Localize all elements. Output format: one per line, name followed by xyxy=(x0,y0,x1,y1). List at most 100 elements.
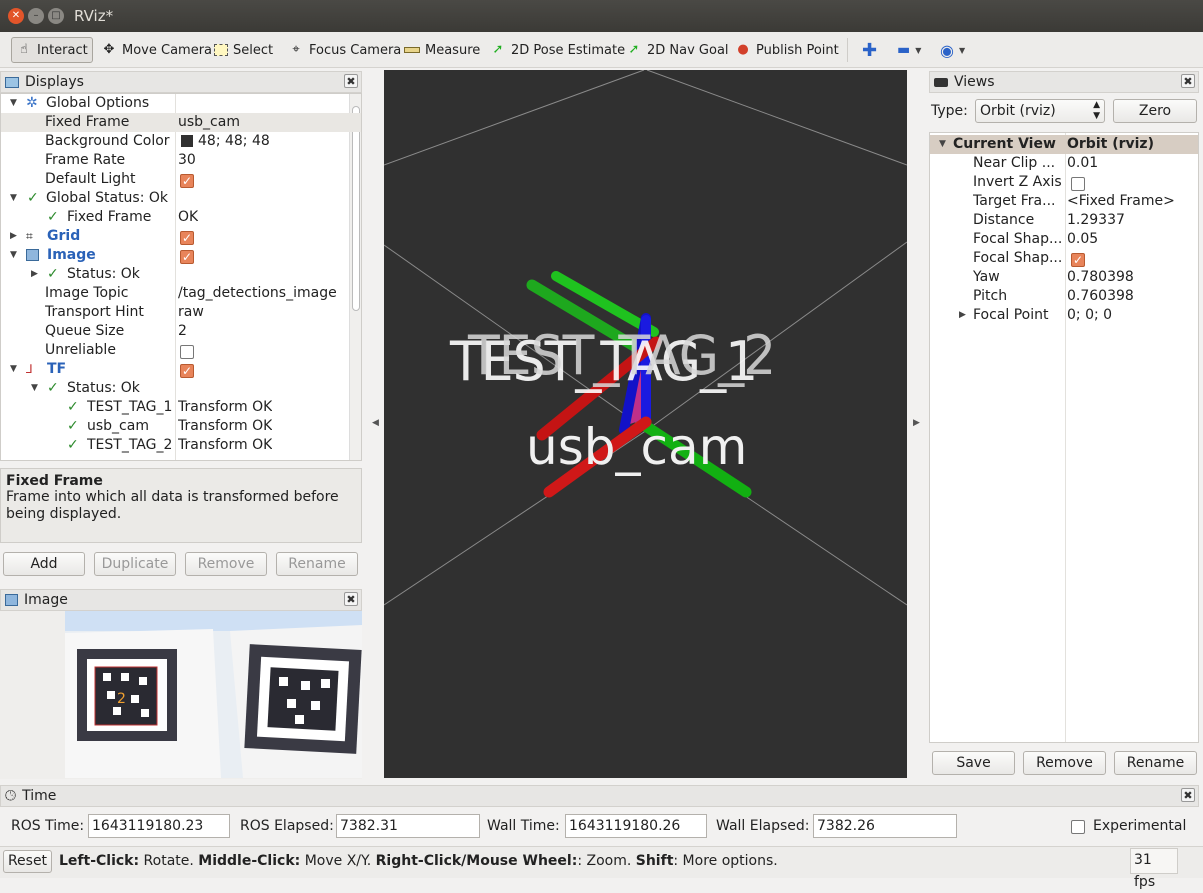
tree-row-queue-size[interactable]: Queue Size 2 xyxy=(1,322,361,341)
image-panel-header: Image ✖ xyxy=(0,589,362,611)
tf-checkbox[interactable] xyxy=(180,362,194,381)
expand-arrow-icon[interactable]: ▼ xyxy=(10,246,17,265)
tree-row-image-topic[interactable]: Image Topic /tag_detections_image xyxy=(1,284,361,303)
view-row-target-frame[interactable]: Target Fra... <Fixed Frame> xyxy=(930,192,1198,211)
tree-row-tf[interactable]: ▼ ⅃ TF xyxy=(1,360,361,381)
monitor-icon xyxy=(5,76,19,88)
expand-arrow-icon[interactable]: ▼ xyxy=(10,360,17,379)
close-window-icon[interactable]: ✕ xyxy=(8,8,24,24)
pose-estimate-tool[interactable]: ➚ 2D Pose Estimate xyxy=(486,37,629,63)
map-pin-icon: ● xyxy=(737,42,749,57)
expand-arrow-icon[interactable]: ▼ xyxy=(10,94,17,113)
tree-row-unreliable[interactable]: Unreliable xyxy=(1,341,361,360)
current-view-row[interactable]: ▼ Current View Orbit (rviz) xyxy=(930,135,1198,154)
unreliable-checkbox[interactable] xyxy=(180,345,194,359)
hand-pointer-icon: ☝ xyxy=(20,42,28,57)
spin-arrows-icon: ▲ ▼ xyxy=(1093,100,1100,121)
tree-row-test-tag-1[interactable]: ✓ TEST_TAG_1 Transform OK xyxy=(1,398,361,417)
tree-row-background-color[interactable]: Background Color 48; 48; 48 xyxy=(1,132,361,151)
move-camera-tool[interactable]: ✥ Move Camera xyxy=(97,37,216,63)
ros-elapsed-field[interactable]: 7382.31 xyxy=(336,814,480,838)
collapse-right-arrow-icon[interactable]: ▶ xyxy=(913,418,920,428)
close-icon[interactable]: ✖ xyxy=(1181,74,1195,88)
measure-tool[interactable]: Measure xyxy=(400,37,484,63)
close-icon[interactable]: ✖ xyxy=(1181,788,1195,802)
ruler-icon xyxy=(404,47,420,53)
invert-z-checkbox[interactable] xyxy=(1071,177,1085,191)
view-row-focal-point[interactable]: ▶ Focal Point 0; 0; 0 xyxy=(930,306,1198,325)
nav-goal-tool[interactable]: ➚ 2D Nav Goal xyxy=(622,37,733,63)
focal-shape-fixed-checkbox[interactable] xyxy=(1071,251,1085,270)
publish-point-tool[interactable]: ● Publish Point xyxy=(731,37,843,63)
remove-view-button[interactable]: Remove xyxy=(1023,751,1106,775)
description-title: Fixed Frame xyxy=(6,473,103,489)
tree-row-frame-rate[interactable]: Frame Rate 30 xyxy=(1,151,361,170)
wall-time-field[interactable]: 1643119180.26 xyxy=(565,814,707,838)
tree-row-test-tag-2[interactable]: ✓ TEST_TAG_2 Transform OK xyxy=(1,436,361,455)
toolbar-divider xyxy=(847,38,848,62)
ros-time-field[interactable]: 1643119180.23 xyxy=(88,814,230,838)
close-icon[interactable]: ✖ xyxy=(344,74,358,88)
minimize-window-icon[interactable]: – xyxy=(28,8,44,24)
view-row-distance[interactable]: Distance 1.29337 xyxy=(930,211,1198,230)
tree-row-global-status[interactable]: ▼ ✓ Global Status: Ok xyxy=(1,189,361,208)
image-checkbox[interactable] xyxy=(180,248,194,267)
reset-button[interactable]: Reset xyxy=(3,850,52,873)
tree-row-image[interactable]: ▼ Image xyxy=(1,246,361,267)
collapse-left-arrow-icon[interactable]: ◀ xyxy=(372,418,379,428)
expand-arrow-icon[interactable]: ▼ xyxy=(10,189,17,208)
eye-icon[interactable]: ◉ ▼ xyxy=(936,37,969,63)
remove-display-button[interactable]: Remove xyxy=(185,552,267,576)
gear-icon: ✲ xyxy=(26,95,38,111)
tree-row-tf-status[interactable]: ▼ ✓ Status: Ok xyxy=(1,379,361,398)
duplicate-display-button[interactable]: Duplicate xyxy=(94,552,176,576)
checkmark-icon: ✓ xyxy=(47,209,59,225)
view-row-focal-shape-size[interactable]: Focal Shap... 0.05 xyxy=(930,230,1198,249)
ros-time-label: ROS Time: xyxy=(11,818,85,834)
expand-arrow-icon[interactable]: ▼ xyxy=(939,135,946,154)
color-swatch[interactable] xyxy=(181,135,193,147)
interact-tool[interactable]: ☝ Interact xyxy=(11,37,93,63)
grid-checkbox[interactable] xyxy=(180,229,194,248)
rename-display-button[interactable]: Rename xyxy=(276,552,358,576)
tree-row-grid[interactable]: ▶ ⌗ Grid xyxy=(1,227,361,248)
checkmark-icon: ✓ xyxy=(27,190,39,206)
close-icon[interactable]: ✖ xyxy=(344,592,358,606)
add-display-button[interactable]: Add xyxy=(3,552,85,576)
grid-icon: ⌗ xyxy=(26,229,33,243)
tree-row-global-options[interactable]: ▼ ✲ Global Options xyxy=(1,94,361,113)
tree-row-fixed-frame[interactable]: Fixed Frame usb_cam xyxy=(1,113,361,132)
view-row-focal-shape-fixed[interactable]: Focal Shap... xyxy=(930,249,1198,270)
tree-row-transport-hint[interactable]: Transport Hint raw xyxy=(1,303,361,322)
grid-line xyxy=(384,70,645,166)
wall-time-label: Wall Time: xyxy=(487,818,560,834)
rename-view-button[interactable]: Rename xyxy=(1114,751,1197,775)
view-row-near-clip[interactable]: Near Clip ... 0.01 xyxy=(930,154,1198,173)
view-type-label: Type: xyxy=(931,103,968,119)
maximize-window-icon[interactable]: □ xyxy=(48,8,64,24)
tf-label-tag2: TEST_TAG_2 xyxy=(468,324,776,388)
view-type-select[interactable]: Orbit (rviz) ▲ ▼ xyxy=(975,99,1105,123)
view-row-pitch[interactable]: Pitch 0.760398 xyxy=(930,287,1198,306)
add-tool-icon[interactable]: ✚ xyxy=(858,37,881,63)
title-bar: ✕ – □ RViz* xyxy=(0,0,1203,32)
select-tool[interactable]: Select xyxy=(210,37,277,63)
tree-row-fixed-frame-status[interactable]: ✓ Fixed Frame OK xyxy=(1,208,361,227)
default-light-checkbox[interactable] xyxy=(180,172,194,191)
view-row-yaw[interactable]: Yaw 0.780398 xyxy=(930,268,1198,287)
experimental-checkbox[interactable] xyxy=(1071,820,1085,834)
view-row-invert-z[interactable]: Invert Z Axis xyxy=(930,173,1198,192)
collapse-arrow-icon[interactable]: ▶ xyxy=(10,227,17,246)
save-view-button[interactable]: Save xyxy=(932,751,1015,775)
expand-arrow-icon[interactable]: ▼ xyxy=(31,379,38,398)
tree-row-image-status[interactable]: ▶ ✓ Status: Ok xyxy=(1,265,361,284)
focus-camera-tool[interactable]: ⌖ Focus Camera xyxy=(284,37,405,63)
wall-elapsed-field[interactable]: 7382.26 xyxy=(813,814,957,838)
zero-button[interactable]: Zero xyxy=(1113,99,1197,123)
collapse-arrow-icon[interactable]: ▶ xyxy=(31,265,38,284)
remove-tool-icon[interactable]: ▬ ▼ xyxy=(893,37,925,63)
collapse-arrow-icon[interactable]: ▶ xyxy=(959,306,966,325)
render-viewport[interactable]: TEST_TAG_1 TEST_TAG_2 usb_cam xyxy=(384,70,907,778)
tree-row-usb-cam[interactable]: ✓ usb_cam Transform OK xyxy=(1,417,361,436)
tree-row-default-light[interactable]: Default Light xyxy=(1,170,361,191)
